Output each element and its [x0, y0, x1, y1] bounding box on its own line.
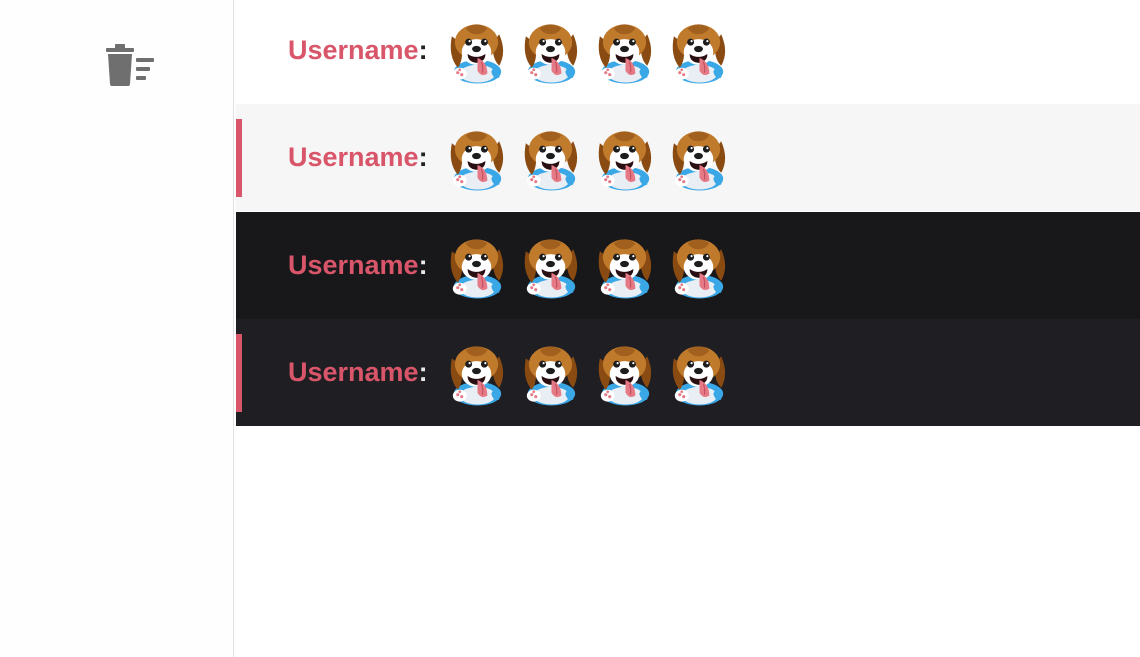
- app-window: Username : Username: Username: Usernam…: [0, 0, 1140, 657]
- chat-separator: :: [418, 250, 428, 280]
- chat-username[interactable]: Username: [288, 35, 419, 66]
- beagle-emote-icon[interactable]: [442, 338, 511, 408]
- beagle-emote-icon[interactable]: [516, 231, 585, 301]
- emote-group: [442, 338, 733, 408]
- chat-message-highlighted: Username :: [236, 104, 1140, 211]
- clear-chat-button[interactable]: [100, 40, 160, 92]
- beagle-emote-icon[interactable]: [442, 16, 511, 86]
- trash-list-icon: [106, 44, 154, 86]
- chat-separator: :: [418, 357, 428, 387]
- chat-message: Username :: [236, 212, 1140, 319]
- beagle-emote-icon[interactable]: [664, 16, 733, 86]
- beagle-emote-icon[interactable]: [516, 16, 585, 86]
- beagle-emote-icon[interactable]: [516, 123, 585, 193]
- beagle-emote-icon[interactable]: [442, 231, 511, 301]
- beagle-emote-icon[interactable]: [590, 231, 659, 301]
- beagle-emote-icon[interactable]: [516, 338, 585, 408]
- sidebar: [0, 0, 234, 657]
- emote-group: [442, 123, 733, 193]
- beagle-emote-icon[interactable]: [664, 231, 733, 301]
- chat-username[interactable]: Username: [288, 357, 419, 388]
- beagle-emote-icon[interactable]: [590, 338, 659, 408]
- highlight-accent-bar: [236, 334, 242, 412]
- beagle-emote-icon[interactable]: [590, 123, 659, 193]
- highlight-accent-bar: [236, 119, 242, 197]
- beagle-emote-icon[interactable]: [664, 123, 733, 193]
- beagle-emote-icon[interactable]: [590, 16, 659, 86]
- chat-separator: :: [418, 142, 428, 172]
- beagle-emote-icon[interactable]: [442, 123, 511, 193]
- chat-username[interactable]: Username: [288, 250, 419, 281]
- chat-message-highlighted: Username :: [236, 319, 1140, 426]
- chat-list: Username : Username: Username: Usernam…: [234, 0, 1140, 657]
- chat-username[interactable]: Username: [288, 142, 419, 173]
- beagle-emote-icon[interactable]: [664, 338, 733, 408]
- emote-group: [442, 231, 733, 301]
- chat-message: Username :: [236, 0, 1140, 104]
- chat-separator: :: [418, 35, 428, 65]
- emote-group: [442, 16, 733, 86]
